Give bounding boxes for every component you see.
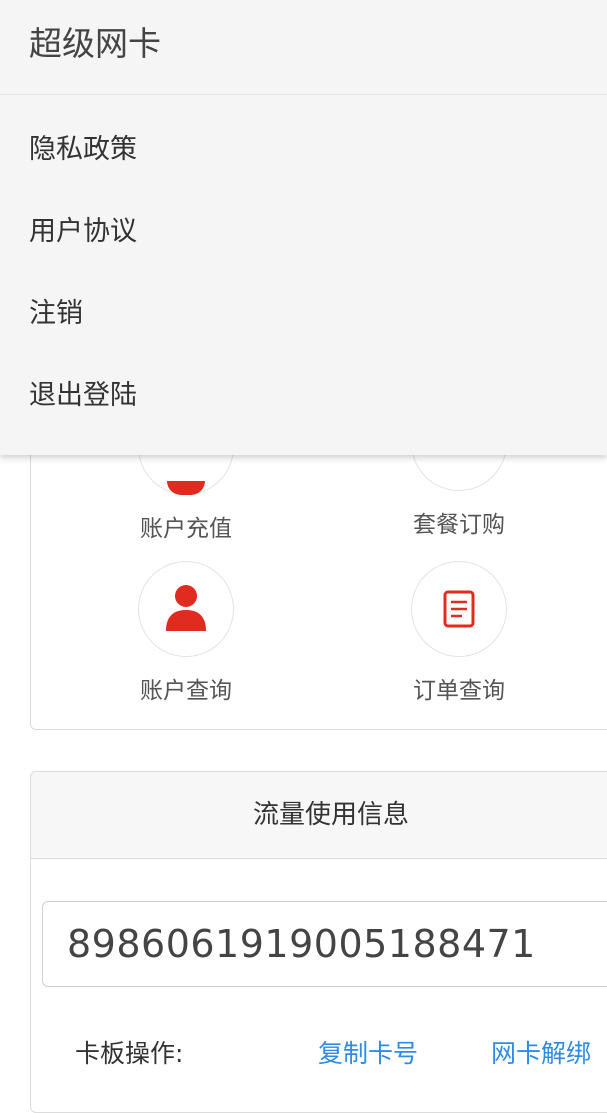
menu-item-user-agreement[interactable]: 用户协议 bbox=[0, 177, 607, 259]
flow-usage-card: 流量使用信息 8986061919005188471 卡板操作: 复制卡号 网卡… bbox=[30, 771, 607, 1113]
flow-usage-title: 流量使用信息 bbox=[31, 772, 607, 859]
order-query-function[interactable]: 订单查询 bbox=[369, 561, 549, 705]
function-grid-card: 账户充值 套餐订购 账户查询 订单查询 bbox=[30, 395, 607, 730]
card-number-field[interactable]: 8986061919005188471 bbox=[42, 901, 607, 987]
menu-item-privacy-policy[interactable]: 隐私政策 bbox=[0, 95, 607, 177]
function-label: 套餐订购 bbox=[413, 512, 505, 538]
function-label: 订单查询 bbox=[413, 678, 505, 704]
menu-item-logout[interactable]: 退出登陆 bbox=[0, 341, 607, 423]
account-query-function[interactable]: 账户查询 bbox=[96, 561, 276, 705]
card-ops-label: 卡板操作: bbox=[75, 1039, 184, 1068]
menu-item-cancel-account[interactable]: 注销 bbox=[0, 259, 607, 341]
app-title: 超级网卡 bbox=[0, 0, 607, 95]
function-label: 账户充值 bbox=[140, 516, 232, 542]
unbind-card-link[interactable]: 网卡解绑 bbox=[491, 1034, 591, 1070]
person-icon bbox=[138, 561, 234, 657]
document-icon bbox=[411, 561, 507, 657]
function-label: 账户查询 bbox=[140, 678, 232, 704]
side-menu-drawer: 超级网卡 隐私政策 用户协议 注销 退出登陆 bbox=[0, 0, 607, 455]
copy-card-number-link[interactable]: 复制卡号 bbox=[318, 1034, 418, 1070]
